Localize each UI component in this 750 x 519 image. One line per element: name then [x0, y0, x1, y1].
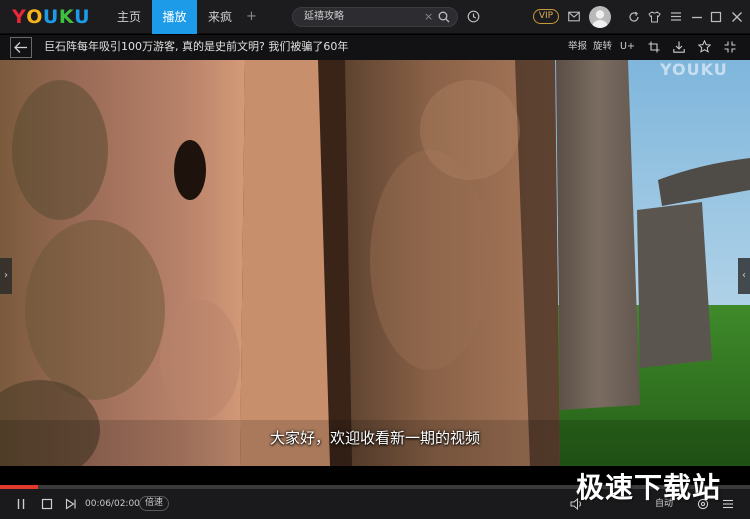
logo-letter: U — [42, 6, 59, 28]
video-frame[interactable] — [0, 60, 750, 466]
right-panel-toggle[interactable]: ‹ — [738, 258, 750, 294]
rotate-button[interactable]: 旋转 — [593, 41, 612, 53]
search-box[interactable]: 延禧攻略 × — [292, 7, 458, 27]
mail-icon[interactable] — [568, 11, 580, 22]
video-scene-image — [0, 60, 750, 466]
tab-home[interactable]: 主页 — [108, 0, 150, 34]
report-button[interactable]: 举报 — [568, 41, 587, 53]
logo-letter: O — [26, 6, 43, 28]
history-icon[interactable] — [467, 10, 480, 23]
star-icon[interactable] — [698, 40, 711, 53]
vip-badge[interactable]: VIP — [533, 9, 559, 24]
video-title: 巨石阵每年吸引100万游客, 真的是史前文明? 我们被骗了60年 — [44, 40, 349, 53]
tab-laifeng[interactable]: 来疯 — [199, 0, 241, 34]
pause-icon[interactable] — [15, 498, 27, 510]
next-icon[interactable] — [65, 498, 77, 510]
search-icon[interactable] — [438, 11, 450, 23]
video-subtitle: 大家好，欢迎收看新一期的视频 — [269, 429, 480, 447]
left-panel-toggle[interactable]: › — [0, 258, 12, 294]
minimize-icon[interactable] — [691, 11, 703, 23]
list-icon[interactable] — [722, 498, 734, 510]
site-watermark: 极速下载站 — [576, 471, 722, 504]
youku-watermark: YOUKU — [660, 60, 728, 79]
maximize-icon[interactable] — [710, 11, 722, 23]
back-button[interactable] — [10, 37, 32, 58]
player-title-bar: 巨石阵每年吸引100万游客, 真的是史前文明? 我们被骗了60年 举报 旋转 U… — [0, 35, 750, 60]
upgrade-button[interactable]: U+ — [620, 41, 635, 53]
app-topbar: YOUKU 主页 播放 来疯 + 延禧攻略 × VIP — [0, 0, 750, 34]
refresh-icon[interactable] — [628, 11, 640, 23]
logo-letter: K — [58, 6, 75, 28]
skin-icon[interactable] — [648, 11, 661, 23]
tab-play[interactable]: 播放 — [152, 0, 197, 34]
chevron-left-icon: ‹ — [742, 270, 746, 281]
speed-button[interactable]: 倍速 — [139, 496, 169, 511]
chevron-right-icon: › — [4, 270, 8, 281]
avatar[interactable] — [589, 6, 611, 28]
playback-time: 00:06/02:00 — [85, 499, 140, 509]
fullscreen-exit-icon[interactable] — [724, 41, 736, 53]
menu-icon[interactable] — [670, 11, 682, 22]
stop-icon[interactable] — [41, 498, 53, 510]
logo-letter: Y — [12, 6, 27, 28]
add-tab-button[interactable]: + — [246, 0, 257, 34]
logo-letter: U — [74, 6, 91, 28]
back-arrow-icon — [14, 42, 27, 53]
search-input[interactable]: 延禧攻略 — [304, 11, 344, 23]
clear-search-icon[interactable]: × — [424, 10, 433, 24]
user-avatar-icon — [592, 10, 608, 28]
download-icon[interactable] — [673, 41, 685, 53]
crop-icon[interactable] — [648, 41, 660, 53]
close-icon[interactable] — [731, 11, 743, 23]
youku-logo[interactable]: YOUKU — [12, 6, 90, 28]
